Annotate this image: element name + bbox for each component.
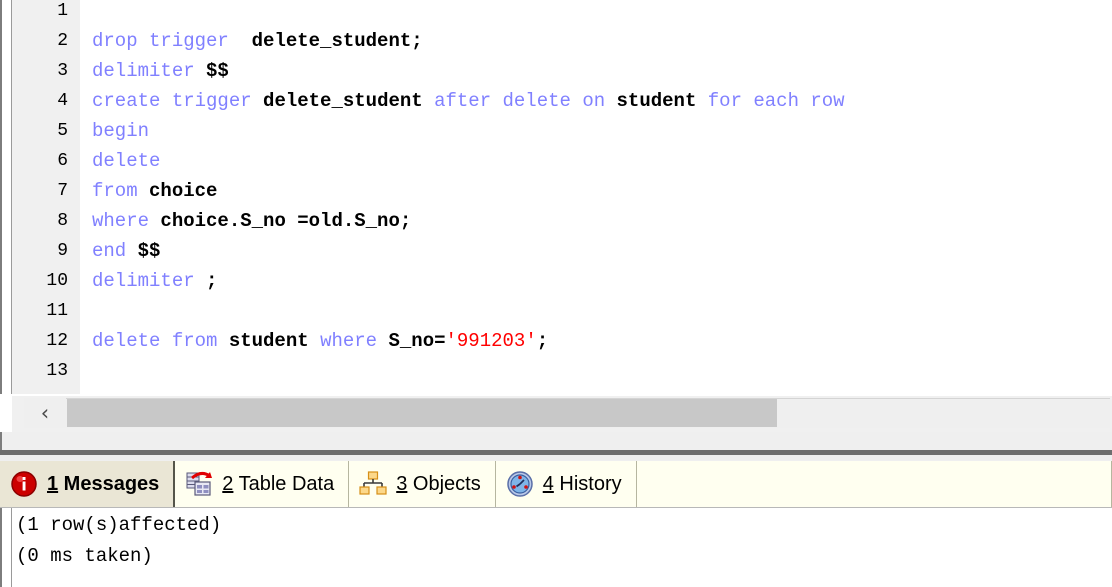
tab-accelerator: 1 [47,472,59,495]
line-number: 5 [57,121,68,141]
tab-label: 4 History [543,473,622,496]
scrollbar-thumb[interactable] [67,399,777,427]
code-line[interactable]: 9 end $$ [12,236,1112,266]
code-area[interactable]: 1 2 drop trigger delete_student; 3 delimiter… [12,0,1112,394]
line-number: 10 [46,271,68,291]
info-icon [11,471,37,497]
code-line[interactable]: 10 delimiter ; [12,266,1112,296]
tab-title: Objects [407,472,481,495]
history-icon [506,471,533,497]
line-number: 3 [57,61,68,81]
line-number: 11 [46,301,68,321]
line-number: 13 [46,361,68,381]
code-line[interactable]: 13 [12,356,1112,386]
line-number: 4 [57,91,68,111]
code-line[interactable]: 11 [12,296,1112,326]
code-line-text: begin [92,120,150,142]
output-left-border-inner [11,508,12,587]
code-line[interactable]: 5 begin [12,116,1112,146]
code-line-text: where choice.S_no =old.S_no; [92,210,412,232]
sql-editor-window: 1 2 drop trigger delete_student; 3 delimiter… [0,0,1112,587]
code-line-text: delimiter $$ [92,60,229,82]
output-line: (1 row(s)affected) [16,514,222,536]
code-line[interactable]: 12 delete from student where S_no='991203… [12,326,1112,356]
tab-label: 3 Objects [396,473,480,496]
line-number: 6 [57,151,68,171]
code-line-text: delimiter ; [92,270,218,292]
tab-title: Messages [58,472,160,495]
tab-objects[interactable]: 3 Objects [349,461,496,507]
code-line[interactable]: 7 from choice [12,176,1112,206]
tab-accelerator: 2 [222,472,234,495]
messages-output-panel[interactable]: (1 row(s)affected) (0 ms taken) [0,508,1112,587]
scrollbar-left-border-inner [11,0,12,36]
tab-history[interactable]: 4 History [495,461,637,507]
tab-accelerator: 3 [396,472,408,495]
tab-accelerator: 4 [542,472,554,495]
table-data-icon [186,471,213,496]
tab-title: Table Data [233,472,335,495]
line-number: 2 [57,31,68,51]
horizontal-scrollbar[interactable]: ‹ [12,396,1112,432]
code-line[interactable]: 6 delete [12,146,1112,176]
code-line-text: drop trigger delete_student; [92,30,423,52]
editor-left-border [0,0,5,394]
line-number: 9 [57,241,68,261]
tab-label: 2 Table Data [222,473,334,496]
tab-title: History [553,472,622,495]
code-line[interactable]: 4 create trigger delete_student after del… [12,86,1112,116]
code-line-text: delete [92,150,161,172]
code-line-text: delete from student where S_no='991203'; [92,330,549,352]
line-number: 8 [57,211,68,231]
line-number: 1 [57,1,68,21]
tabstrip-filler [636,461,1112,507]
line-number: 12 [46,331,68,351]
tab-label: 1 Messages [47,473,159,496]
tab-table-data[interactable]: 2 Table Data [175,461,350,507]
results-tabstrip[interactable]: 1 Messages 2 Table Data 3 Objects 4 History [0,461,1112,508]
code-line-text: from choice [92,180,218,202]
code-line[interactable]: 1 [12,0,1112,26]
output-line: (0 ms taken) [16,545,153,567]
code-line-text: end $$ [92,240,161,262]
line-number: 7 [57,181,68,201]
code-line[interactable]: 8 where choice.S_no =old.S_no; [12,206,1112,236]
tab-messages[interactable]: 1 Messages [0,461,176,507]
objects-icon [359,471,387,495]
output-text: (1 row(s)affected) (0 ms taken) [14,510,1112,587]
output-left-border [0,508,5,587]
code-line-text: create trigger delete_student after dele… [92,90,845,112]
sql-editor-pane[interactable]: 1 2 drop trigger delete_student; 3 delimiter… [0,0,1112,394]
code-line[interactable]: 2 drop trigger delete_student; [12,26,1112,56]
scroll-left-icon[interactable]: ‹ [24,398,66,428]
code-lines[interactable]: 1 2 drop trigger delete_student; 3 delimiter… [12,0,1112,386]
code-line[interactable]: 3 delimiter $$ [12,56,1112,86]
